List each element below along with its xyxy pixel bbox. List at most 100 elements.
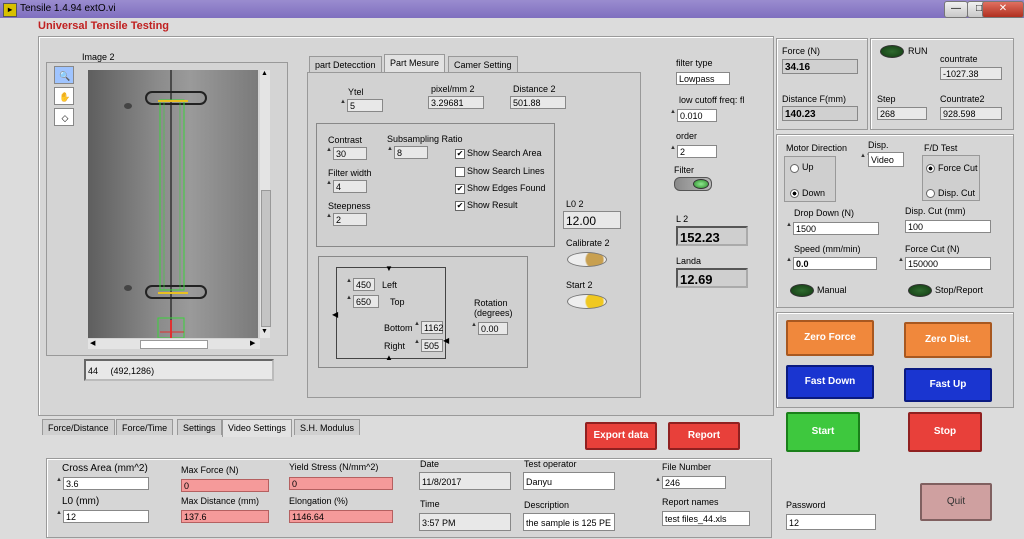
- rotation-spinner[interactable]: ▲▼: [471, 322, 483, 334]
- filter-width-spinner[interactable]: ▲▼: [326, 180, 338, 192]
- fast-down-button[interactable]: Fast Down: [786, 365, 874, 399]
- cutoff-spinner[interactable]: ▲▼: [670, 109, 682, 121]
- export-data-button[interactable]: Export data: [585, 422, 657, 450]
- close-button[interactable]: ✕: [982, 1, 1024, 18]
- scroll-down-icon[interactable]: ▼: [261, 328, 268, 335]
- roi-bottom-field[interactable]: 1162: [421, 321, 443, 334]
- zoom-tool-icon[interactable]: 🔍: [54, 66, 74, 84]
- force-cut-n-field[interactable]: 150000: [905, 257, 991, 270]
- report-button[interactable]: Report: [668, 422, 740, 450]
- pan-tool-icon[interactable]: ✋: [54, 87, 74, 105]
- show-search-area-checkbox[interactable]: ✔: [455, 149, 465, 159]
- filter-type-label: filter type: [676, 58, 713, 68]
- roi-right-arrow-icon: ◀: [443, 336, 450, 345]
- vscroll-thumb[interactable]: [261, 190, 271, 327]
- drop-down-spinner[interactable]: ▲▼: [786, 222, 798, 234]
- tab-part-mesure[interactable]: Part Mesure: [384, 54, 446, 72]
- subsampling-spinner[interactable]: ▲▼: [387, 146, 399, 158]
- zero-force-button[interactable]: Zero Force: [786, 320, 874, 356]
- fast-up-button[interactable]: Fast Up: [904, 368, 992, 402]
- hscroll-thumb[interactable]: [140, 340, 208, 349]
- image-vscrollbar[interactable]: ▲ ▼: [260, 70, 271, 338]
- description-field[interactable]: the sample is 125 PE: [523, 513, 615, 531]
- roi-left-label: Left: [382, 280, 398, 290]
- calibrate2-button[interactable]: [567, 252, 607, 267]
- steepness-spinner[interactable]: ▲▼: [326, 213, 338, 225]
- order-spinner[interactable]: ▲▼: [670, 145, 682, 157]
- roi-left-spinner[interactable]: ▲▼: [346, 278, 358, 290]
- speed-spinner[interactable]: ▲▼: [786, 257, 798, 269]
- tab-video-settings[interactable]: Video Settings: [222, 419, 292, 437]
- zero-dist-button[interactable]: Zero Dist.: [904, 322, 992, 358]
- scroll-right-icon[interactable]: ▶: [250, 339, 255, 347]
- image-hscrollbar[interactable]: ◀ ▶: [88, 339, 260, 349]
- show-search-lines-checkbox[interactable]: [455, 167, 465, 177]
- minimize-button[interactable]: —: [944, 1, 968, 18]
- roi-top-field[interactable]: 650: [353, 295, 379, 308]
- roi-bottom-spinner[interactable]: ▲▼: [414, 321, 426, 333]
- disp-spinner[interactable]: ▲▼: [860, 153, 872, 165]
- test-operator-label: Test operator: [524, 459, 577, 469]
- tab-sh-modulus[interactable]: S.H. Modulus: [294, 419, 361, 435]
- force-cut-n-spinner[interactable]: ▲▼: [898, 257, 910, 269]
- ytel-field[interactable]: 5: [347, 99, 383, 112]
- contrast-field[interactable]: 30: [333, 147, 367, 160]
- roi-left-field[interactable]: 450: [353, 278, 375, 291]
- order-field[interactable]: 2: [677, 145, 717, 158]
- filter-toggle[interactable]: [674, 177, 712, 191]
- roi-right-spinner[interactable]: ▲▼: [414, 339, 426, 351]
- force-cut-radio[interactable]: [926, 164, 935, 173]
- roi-right-field[interactable]: 505: [421, 339, 443, 352]
- disp-select[interactable]: Video: [868, 152, 904, 167]
- filter-type-select[interactable]: Lowpass: [676, 72, 730, 85]
- cutoff-field[interactable]: 0.010: [677, 109, 717, 122]
- disp-cut-mm-field[interactable]: 100: [905, 220, 991, 233]
- tab-part-detection[interactable]: part Detecction: [309, 56, 382, 72]
- file-number-field[interactable]: 246: [662, 476, 726, 489]
- direction-down-radio[interactable]: [790, 189, 799, 198]
- password-label: Password: [786, 500, 826, 510]
- scroll-left-icon[interactable]: ◀: [90, 339, 95, 347]
- filter-width-field[interactable]: 4: [333, 180, 367, 193]
- show-edges-found-checkbox[interactable]: ✔: [455, 184, 465, 194]
- countrate-label: countrate: [940, 54, 978, 64]
- roi-tool-icon[interactable]: ◇: [54, 108, 74, 126]
- tab-force-distance[interactable]: Force/Distance: [42, 419, 115, 435]
- report-names-field[interactable]: test files_44.xls: [662, 511, 750, 526]
- camera-image[interactable]: [88, 70, 258, 338]
- password-field[interactable]: 12: [786, 514, 876, 530]
- quit-button[interactable]: Quit: [920, 483, 992, 521]
- subsampling-field[interactable]: 8: [394, 146, 428, 159]
- speed-field[interactable]: 0.0: [793, 257, 877, 270]
- file-number-spinner[interactable]: ▲▼: [655, 477, 667, 489]
- direction-up-radio[interactable]: [790, 164, 799, 173]
- manual-led-icon[interactable]: [790, 284, 814, 297]
- force-label: Force (N): [782, 46, 820, 56]
- elongation-field: 1146.64: [289, 510, 393, 523]
- tab-settings[interactable]: Settings: [177, 419, 222, 435]
- ytel-spinner[interactable]: ▲▼: [340, 99, 352, 111]
- disp-cut-radio[interactable]: [926, 189, 935, 198]
- drop-down-field[interactable]: 1500: [793, 222, 879, 235]
- stop-report-led-icon[interactable]: [908, 284, 932, 297]
- scroll-up-icon[interactable]: ▲: [261, 70, 268, 77]
- l0-spinner[interactable]: ▲▼: [56, 510, 68, 522]
- start2-button[interactable]: [567, 294, 607, 309]
- cross-area-field[interactable]: 3.6: [63, 477, 149, 490]
- cutoff-label: low cutoff freq: fl: [679, 95, 745, 105]
- roi-top-spinner[interactable]: ▲▼: [346, 295, 358, 307]
- tab-camer-setting[interactable]: Camer Setting: [448, 56, 518, 72]
- rotation-field[interactable]: 0.00: [478, 322, 508, 335]
- steepness-field[interactable]: 2: [333, 213, 367, 226]
- cross-area-spinner[interactable]: ▲▼: [56, 477, 68, 489]
- l0-field[interactable]: 12: [63, 510, 149, 523]
- show-result-checkbox[interactable]: ✔: [455, 201, 465, 211]
- test-operator-field[interactable]: Danyu: [523, 472, 615, 490]
- countrate-field: -1027.38: [940, 67, 1002, 80]
- elongation-label: Elongation (%): [289, 496, 349, 506]
- stop-button[interactable]: Stop: [908, 412, 982, 452]
- contrast-spinner[interactable]: ▲▼: [326, 147, 338, 159]
- start-button[interactable]: Start: [786, 412, 860, 452]
- tab-force-time[interactable]: Force/Time: [116, 419, 174, 435]
- l02-field: 12.00: [563, 211, 621, 229]
